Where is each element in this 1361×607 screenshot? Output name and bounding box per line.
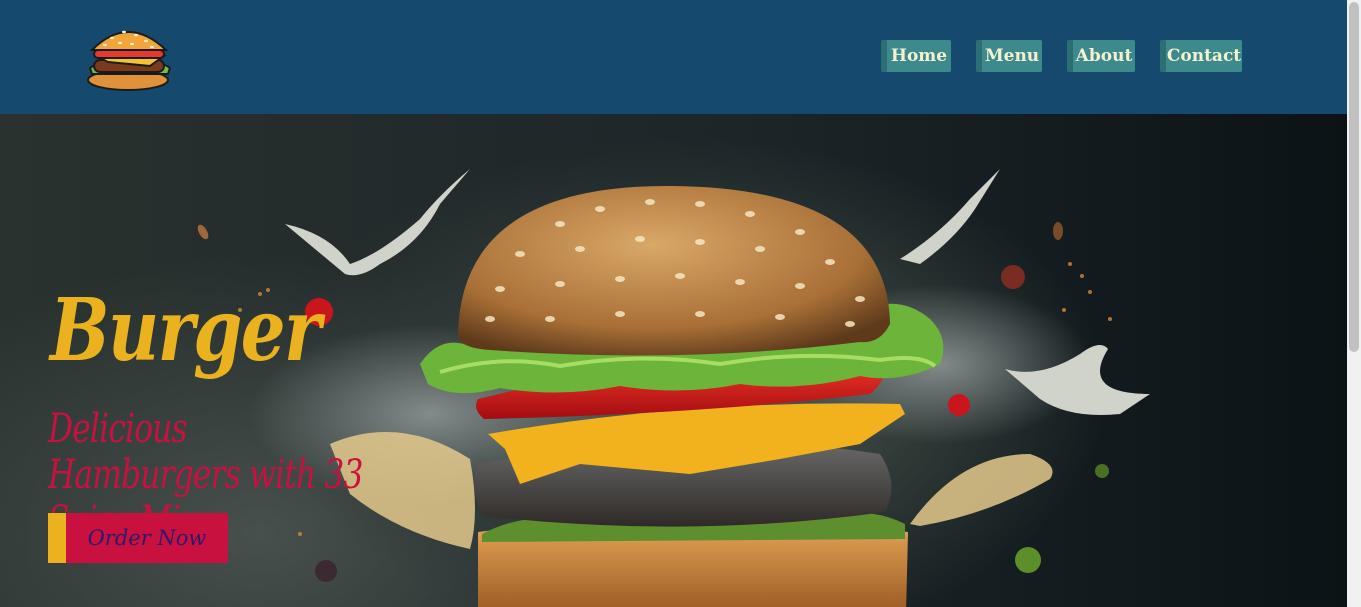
nav-home-link[interactable]: Home: [881, 40, 951, 72]
hero-section: Burger Delicious Hamburgers with 33 Spic…: [0, 114, 1347, 607]
nav-menu-link[interactable]: Menu: [976, 40, 1042, 72]
nav-contact-link[interactable]: Contact: [1160, 40, 1242, 72]
burger-logo-icon[interactable]: [80, 22, 176, 94]
scrollbar-thumb[interactable]: [1349, 2, 1359, 352]
page-scrollbar[interactable]: [1347, 0, 1361, 607]
order-now-button[interactable]: Order Now: [48, 513, 228, 563]
hero-title: Burger: [50, 280, 321, 381]
nav-about-link[interactable]: About: [1067, 40, 1135, 72]
top-navbar: Home Menu About Contact: [0, 0, 1347, 114]
